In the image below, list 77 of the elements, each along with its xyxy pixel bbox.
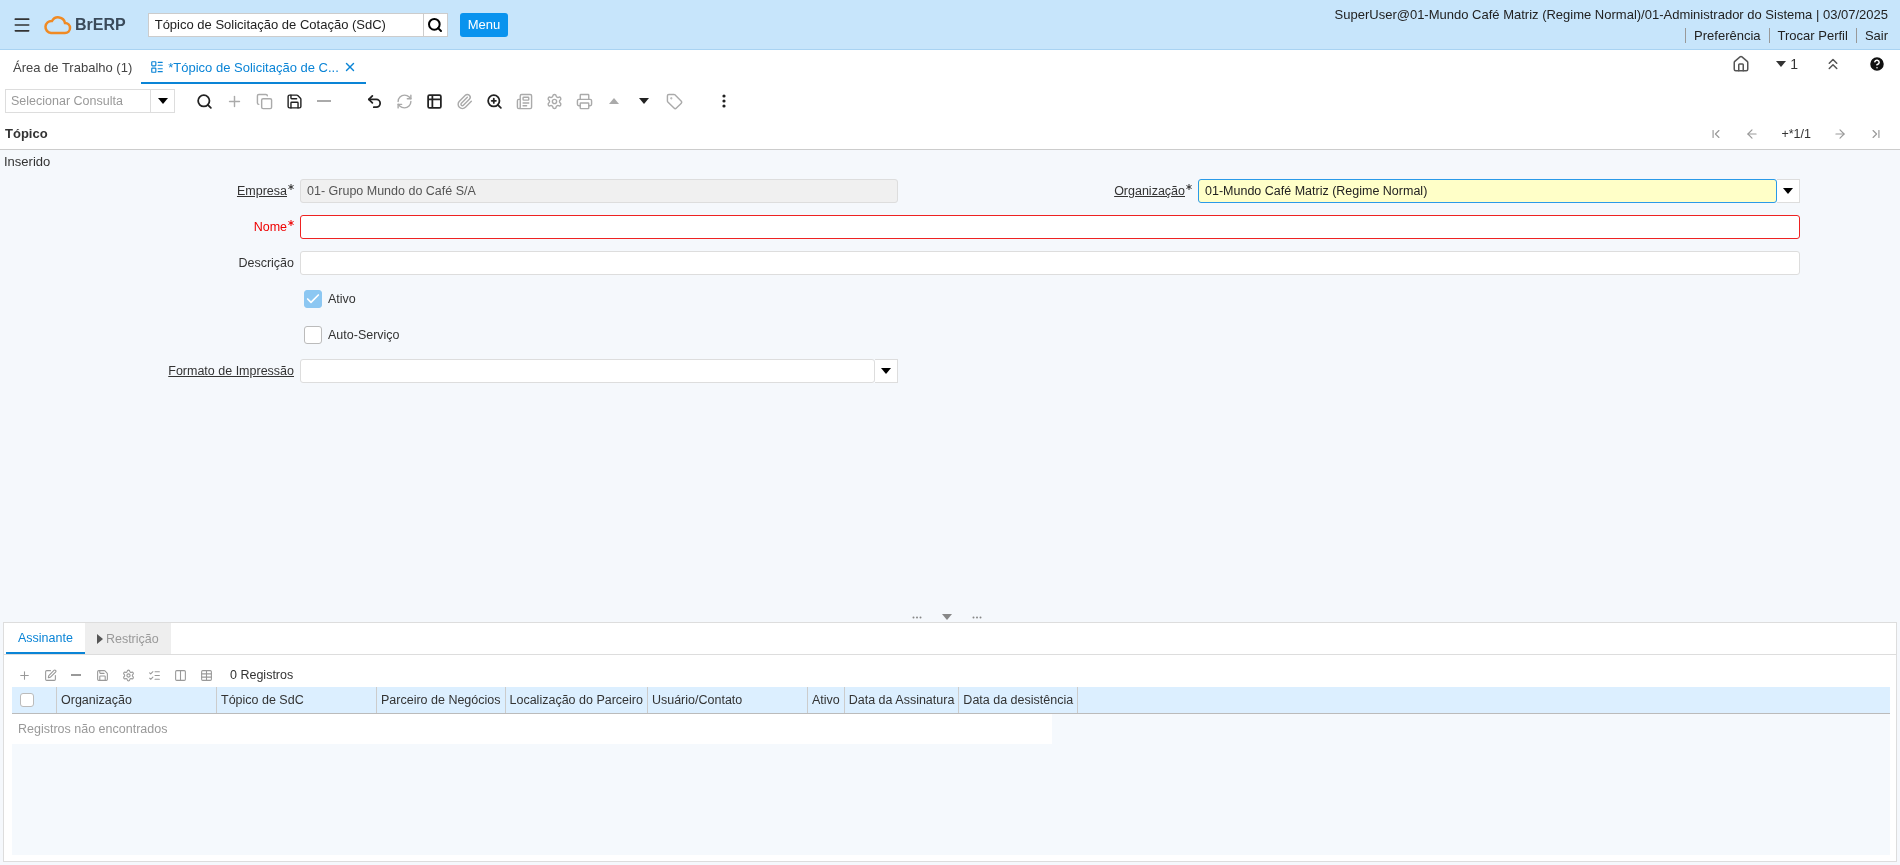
window-tab[interactable]: Área de Trabalho (1) [4,52,142,84]
printer-icon [575,92,593,110]
search-field[interactable]: Tópico de Solicitação de Cotação (SdC) [147,12,448,37]
select-all-checkbox[interactable] [20,693,34,707]
field-label: Nome [253,220,287,234]
column-header[interactable]: Ativo [807,687,845,713]
checklist-icon [147,668,161,682]
input-field[interactable] [300,215,1800,239]
checkbox[interactable] [304,326,322,344]
table-icon [199,668,213,682]
checkbox-field[interactable]: Auto-Serviço [300,323,1800,347]
caret-down-icon [881,368,891,374]
zoom-in-icon [485,92,503,110]
select-field[interactable]: 01-Mundo Café Matriz (Regime Normal) [1198,179,1777,203]
help-icon[interactable] [1868,55,1886,73]
field-label: Empresa [236,184,287,198]
table-icon [425,92,443,110]
user-info: SuperUser@01-Mundo Café Matriz (Regime Normal)/01-Administrador do Sistema | 03/07/2025 [1334,6,1888,22]
header-link[interactable]: Preferência [1685,27,1769,43]
caret-right-icon [96,633,103,644]
save-icon [95,668,109,682]
list-icon [150,60,165,74]
window-counter[interactable]: 1 [1790,56,1798,72]
column-header[interactable]: Organização [57,687,217,713]
minus-icon [317,100,331,102]
caret-down-icon [1776,61,1787,67]
next-record-icon[interactable] [1833,126,1847,141]
header-link[interactable]: Sair [1855,27,1888,43]
column-header[interactable]: Data da desistência [959,687,1079,713]
more-vertical-icon [722,94,726,108]
dropdown-button[interactable] [875,359,898,383]
save-icon [285,92,303,110]
panel-title: Tópico [5,126,48,141]
columns-icon [173,668,187,682]
input-field[interactable]: 01- Grupo Mundo do Café S/A [300,179,898,203]
edit-icon [43,668,57,682]
ellipsis-icon[interactable] [972,615,982,619]
ellipsis-icon[interactable] [912,615,922,619]
logo-text: BrERP [75,15,126,34]
dropdown-button[interactable] [1777,179,1800,203]
refresh-icon [395,92,413,110]
newspaper-icon [515,92,533,110]
record-count: 0 Registros [230,668,294,682]
column-header[interactable]: Data da Assinatura [844,687,960,713]
caret-down-icon [157,98,168,104]
select-field[interactable] [300,359,875,383]
record-status: Inserido [3,153,52,169]
empty-message: Registros não encontrados [12,714,1052,744]
header-link[interactable]: Trocar Perfil [1768,27,1856,43]
field-label: Formato de Impressão [168,364,294,378]
home-icon[interactable] [1732,55,1751,73]
column-header[interactable]: Tópico de SdC [217,687,377,713]
field-label: Descrição [238,256,294,270]
caret-down-icon [639,98,649,104]
undo-icon [365,92,383,110]
search-icon [195,92,213,110]
gear-icon [121,668,135,682]
query-field[interactable]: Selecionar Consulta [5,89,151,113]
minus-icon [71,674,81,676]
dropdown-button[interactable] [151,89,175,113]
caret-up-icon [609,98,619,104]
column-header[interactable]: Parceiro de Negócios [377,687,506,713]
checkbox-field[interactable]: Ativo [300,287,1800,311]
gear-icon [545,92,563,110]
paperclip-icon [455,92,473,110]
copy-icon [255,92,273,110]
column-header[interactable]: Localização do Parceiro [505,687,648,713]
tag-icon [665,92,683,110]
record-position: +*1/1 [1781,126,1811,141]
caret-down-icon [942,614,952,620]
checkbox[interactable] [304,290,322,308]
plus-icon [17,668,31,682]
column-header[interactable]: Usuário/Contato [647,687,808,713]
cloud-logo-icon [44,13,72,36]
caret-down-icon [1783,188,1793,194]
previous-record-icon[interactable] [1745,126,1760,141]
field-label: Organização [1114,184,1185,198]
